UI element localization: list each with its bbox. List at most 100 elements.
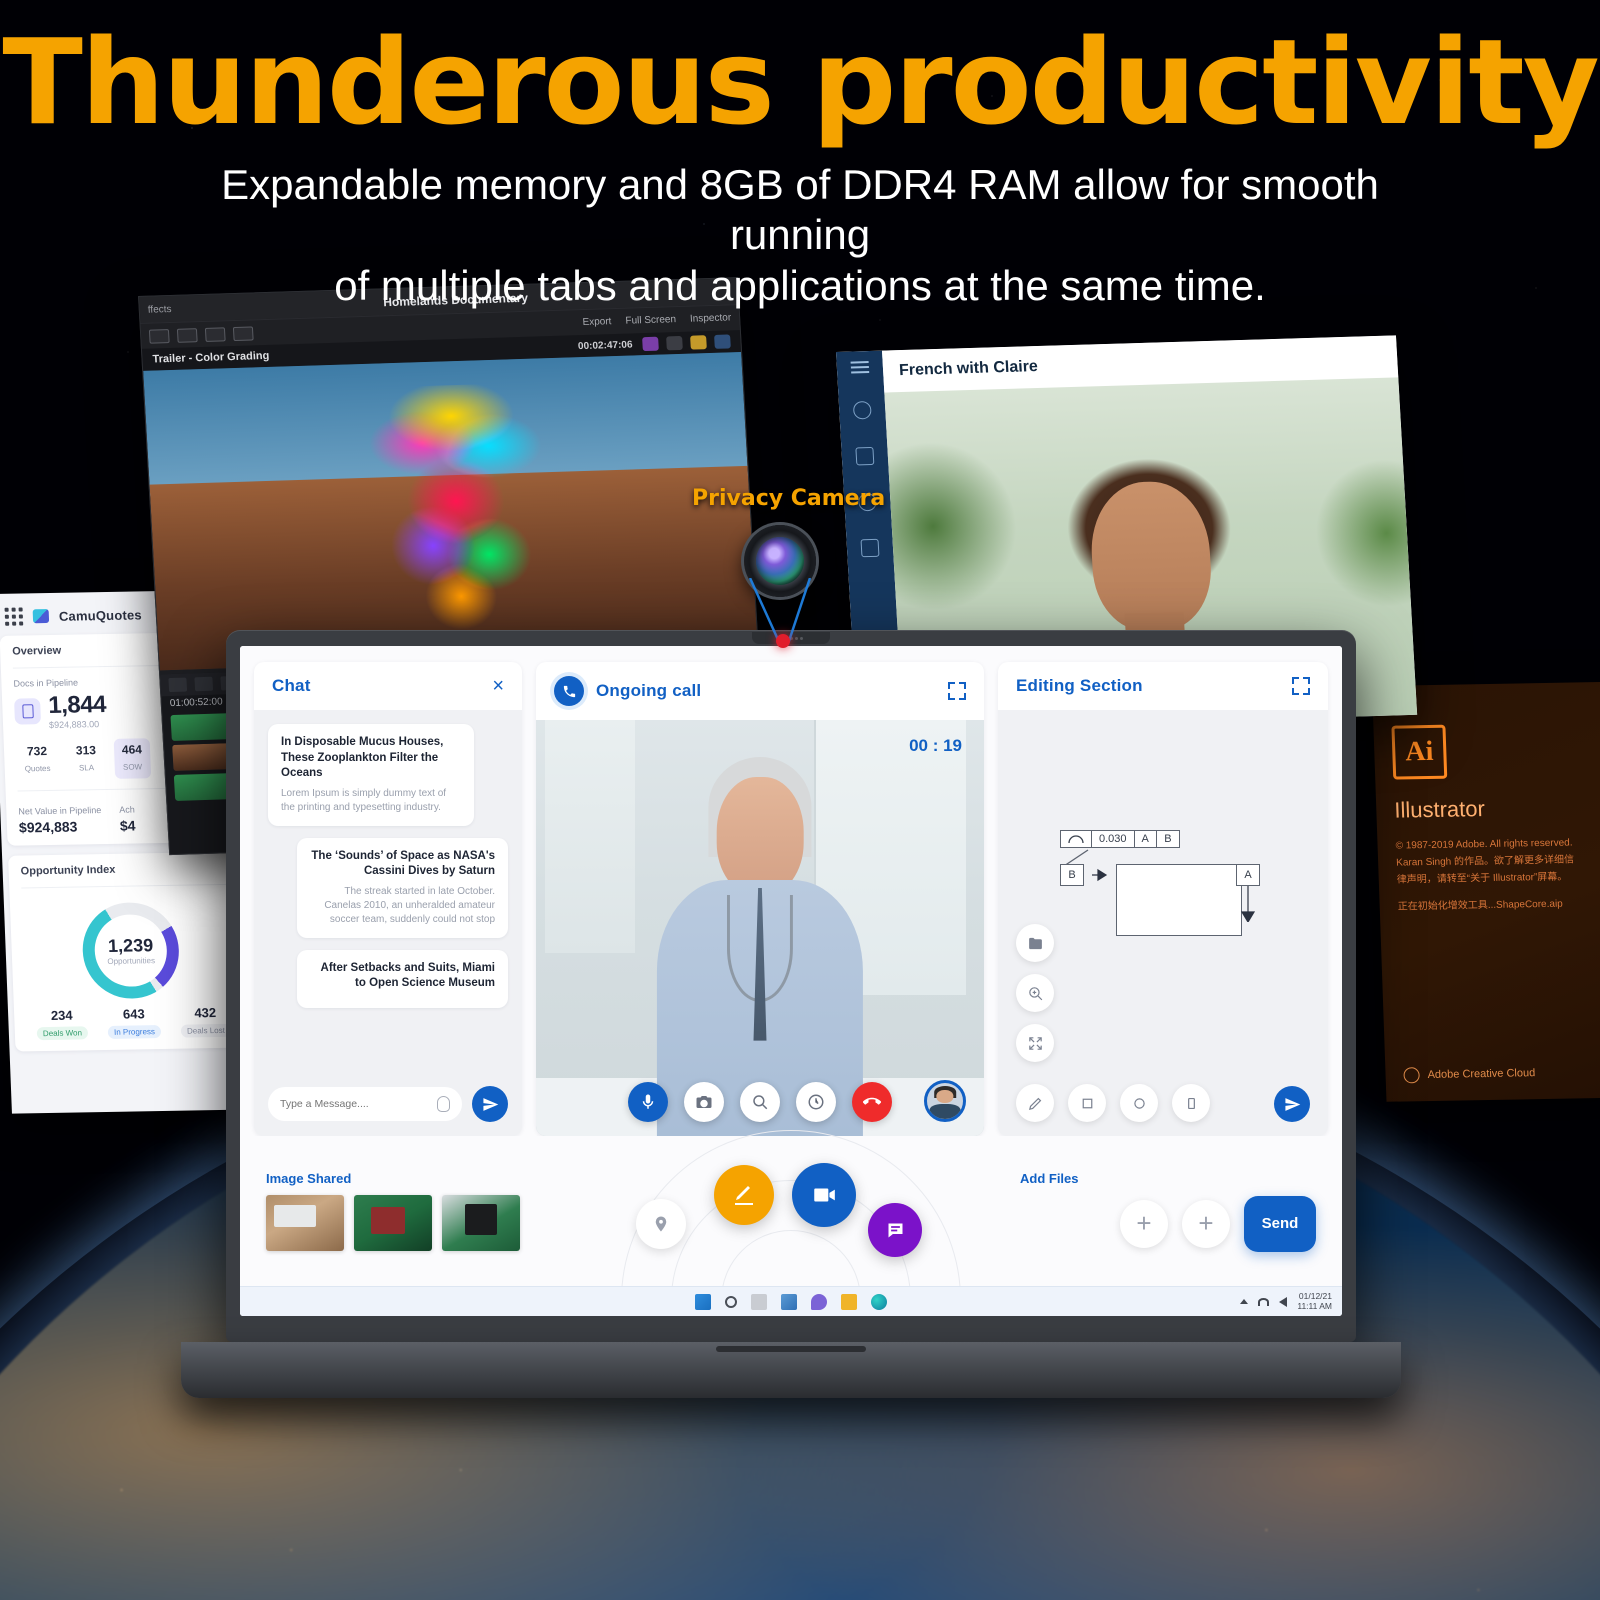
editing-canvas[interactable]: 0.030 A B B A <box>998 710 1328 1136</box>
crm-brand-name: CamuQuotes <box>58 606 143 624</box>
editing-tools-row[interactable] <box>1016 1084 1210 1122</box>
search-button[interactable] <box>740 1082 780 1122</box>
effects-library-icon[interactable] <box>204 326 226 342</box>
illustrator-splash-window: Ai Illustrator © 1987-2019 Adobe. All ri… <box>1372 681 1600 1102</box>
search-icon[interactable] <box>725 1295 737 1308</box>
chat-input-wrapper[interactable] <box>268 1087 462 1121</box>
rectangle-button[interactable] <box>1172 1084 1210 1122</box>
palette-icon[interactable] <box>690 335 707 350</box>
file-explorer-icon[interactable] <box>841 1293 857 1310</box>
chat-message[interactable]: In Disposable Mucus Houses, These Zoopla… <box>268 724 475 826</box>
inspector-button[interactable]: Inspector <box>690 312 732 324</box>
volume-icon[interactable] <box>1279 1296 1288 1307</box>
sequence-tool-chips[interactable] <box>642 334 731 352</box>
full-screen-button[interactable]: Full Screen <box>625 314 676 327</box>
editing-send-button[interactable] <box>1274 1086 1310 1122</box>
chat-panel: Chat × In Disposable Mucus Houses, These… <box>254 662 522 1136</box>
pencil-button[interactable] <box>1016 1084 1054 1122</box>
crm-stat-sla: 313 SLA <box>67 739 105 780</box>
close-icon[interactable]: × <box>492 676 504 696</box>
quick-action-cluster[interactable] <box>556 1151 1016 1271</box>
chat-icon[interactable] <box>811 1293 827 1310</box>
chat-title: Chat <box>272 676 311 695</box>
self-view-avatar[interactable] <box>924 1080 966 1122</box>
fullscreen-icon[interactable] <box>1292 677 1310 695</box>
show-hidden-icons-icon[interactable] <box>1240 1299 1249 1304</box>
camera-indicator-dot <box>776 634 790 648</box>
shared-image-thumbnail[interactable] <box>266 1195 344 1251</box>
windows-start-icon[interactable] <box>695 1293 711 1310</box>
message-button[interactable] <box>868 1203 922 1257</box>
add-file-button[interactable]: + <box>1120 1199 1168 1248</box>
rectangle-icon <box>1187 1097 1195 1109</box>
deals-lost-value: 432 <box>194 1005 217 1021</box>
creative-cloud-label: Adobe Creative Cloud <box>1427 1067 1536 1082</box>
export-button[interactable]: Export <box>582 316 612 328</box>
media-pool-icon[interactable] <box>176 327 198 343</box>
widgets-icon[interactable] <box>781 1293 797 1310</box>
shared-image-thumbnail[interactable] <box>354 1195 432 1251</box>
image-shared-thumbnails[interactable] <box>266 1195 556 1251</box>
promo-headline: Thunderous productivity <box>2 13 1599 151</box>
add-file-button[interactable]: + <box>1182 1199 1230 1248</box>
chat-message[interactable]: After Setbacks and Suits, Miami to Open … <box>296 949 508 1008</box>
hamburger-menu-icon[interactable] <box>850 361 870 374</box>
message-input[interactable] <box>280 1098 429 1110</box>
import-icon[interactable] <box>148 328 170 344</box>
editing-panel-header: Editing Section <box>998 662 1328 710</box>
crm-net-value-label: Net Value in Pipeline <box>18 805 102 817</box>
filmstrip-icon[interactable] <box>232 325 254 341</box>
home-icon[interactable] <box>852 400 872 420</box>
deals-won-label: Deals Won <box>36 1026 89 1041</box>
calendar-icon[interactable] <box>855 446 875 466</box>
chat-message[interactable]: The ‘Sounds’ of Space as NASA's Cassini … <box>296 837 508 938</box>
edge-icon[interactable] <box>871 1293 887 1310</box>
zoom-in-button[interactable] <box>1016 974 1054 1012</box>
crm-achieved-label: Ach <box>119 804 135 815</box>
attachment-icon[interactable] <box>437 1096 450 1112</box>
crm-opportunity-card: Opportunity Index 1,239 Opportunities 23… <box>8 851 254 1052</box>
expand-button[interactable] <box>1016 1024 1054 1062</box>
call-controls[interactable] <box>536 1080 984 1122</box>
editing-tools-column[interactable] <box>1016 924 1054 1062</box>
camera-button[interactable] <box>684 1082 724 1122</box>
call-panel-header: Ongoing call <box>536 662 984 720</box>
audio-icon[interactable] <box>714 334 731 349</box>
draw-button[interactable] <box>714 1165 774 1225</box>
chat-message-heading: In Disposable Mucus Houses, These Zoopla… <box>281 736 444 780</box>
folder-button[interactable] <box>1016 924 1054 962</box>
chat-input-row <box>254 1074 522 1136</box>
circle-button[interactable] <box>1120 1084 1158 1122</box>
mic-button[interactable] <box>628 1082 668 1122</box>
circle-icon <box>1133 1097 1145 1109</box>
clock-button[interactable] <box>796 1082 836 1122</box>
gdt-label-a: A <box>1236 864 1260 886</box>
creative-cloud-footer: Adobe Creative Cloud <box>1403 1065 1536 1084</box>
wifi-icon[interactable] <box>1258 1297 1270 1306</box>
send-icon <box>482 1097 498 1111</box>
fullscreen-icon[interactable] <box>948 682 966 700</box>
add-files-label: Add Files <box>1020 1170 1079 1186</box>
video-call-button[interactable] <box>792 1163 856 1227</box>
taskbar-clock[interactable]: 01/12/21 11:11 AM <box>1297 1291 1332 1312</box>
square-button[interactable] <box>1068 1084 1106 1122</box>
app-grid-icon[interactable] <box>4 607 24 626</box>
windows-taskbar[interactable]: 01/12/21 11:11 AM <box>240 1286 1342 1316</box>
node-editor-icon[interactable] <box>666 335 683 351</box>
send-button[interactable]: Send <box>1244 1195 1316 1252</box>
send-icon <box>1284 1097 1300 1111</box>
shared-image-thumbnail[interactable] <box>442 1195 520 1251</box>
deals-lost-label: Deals Lost <box>180 1023 232 1038</box>
color-wheel-icon[interactable] <box>642 336 659 352</box>
cut-tool-icon[interactable] <box>168 677 188 693</box>
chat-send-button[interactable] <box>472 1086 508 1122</box>
add-files-row[interactable]: + + Send <box>1120 1195 1316 1252</box>
taskbar-system-tray[interactable]: 01/12/21 11:11 AM <box>1240 1291 1332 1312</box>
call-timer: 00 : 19 <box>909 736 962 755</box>
location-button[interactable] <box>636 1199 686 1249</box>
trim-tool-icon[interactable] <box>194 676 214 692</box>
laptop: Chat × In Disposable Mucus Houses, These… <box>181 630 1401 1398</box>
chat-message-heading: After Setbacks and Suits, Miami to Open … <box>320 961 495 990</box>
hangup-button[interactable] <box>852 1082 892 1122</box>
task-view-icon[interactable] <box>751 1293 767 1310</box>
